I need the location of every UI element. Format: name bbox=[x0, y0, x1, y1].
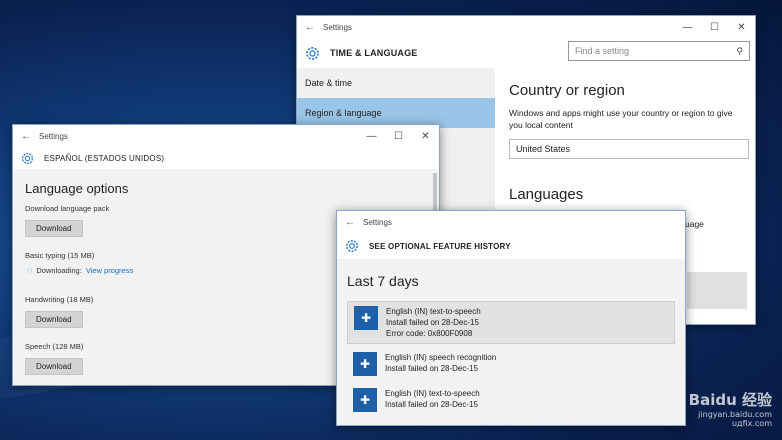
main-content: Country or region Windows and apps might… bbox=[509, 82, 749, 203]
gear-icon bbox=[345, 239, 359, 253]
puzzle-piece-icon: ✚ bbox=[354, 306, 378, 330]
feature-name: English (IN) speech recognition bbox=[385, 353, 497, 362]
close-button[interactable]: ✕ bbox=[412, 131, 439, 142]
section-title: Language options bbox=[25, 181, 129, 196]
watermark: Baidu 经验 jingyan.baidu.com uдfix.com bbox=[689, 389, 772, 428]
search-placeholder: Find a setting bbox=[575, 46, 630, 56]
titlebar: ← Settings — ☐ ✕ bbox=[13, 125, 439, 147]
minimize-button[interactable]: — bbox=[674, 22, 701, 33]
close-button[interactable]: ✕ bbox=[728, 22, 755, 33]
search-input[interactable]: Find a setting ⚲ bbox=[568, 41, 750, 61]
languages-title: Languages bbox=[509, 186, 584, 203]
watermark-brand: Baidu 经验 bbox=[688, 391, 772, 409]
view-progress-link[interactable]: View progress bbox=[86, 266, 133, 275]
page-header: SEE OPTIONAL FEATURE HISTORY bbox=[337, 233, 685, 259]
page-title: TIME & LANGUAGE bbox=[330, 48, 418, 58]
language-item-fragment: uage bbox=[685, 219, 704, 229]
window-title: Settings bbox=[363, 217, 392, 227]
spinner-icon: ◌ bbox=[27, 265, 33, 275]
puzzle-piece-icon: ✚ bbox=[353, 352, 377, 376]
page-title: SEE OPTIONAL FEATURE HISTORY bbox=[369, 241, 511, 251]
feature-status: Install failed on 28-Dec-15 bbox=[386, 318, 479, 327]
section-title: Country or region bbox=[509, 82, 625, 99]
gear-icon bbox=[21, 152, 34, 165]
feature-history-window: ← Settings SEE OPTIONAL FEATURE HISTORY … bbox=[336, 210, 686, 426]
watermark-url: jingyan.baidu.com bbox=[698, 410, 772, 419]
country-dropdown[interactable]: United States bbox=[509, 139, 749, 159]
downloading-label: Downloading: bbox=[36, 265, 82, 275]
feature-name: English (IN) text-to-speech bbox=[386, 307, 481, 316]
back-arrow-icon[interactable]: ← bbox=[345, 217, 363, 228]
feature-status: Install failed on 28-Dec-15 bbox=[385, 364, 478, 373]
section-title: Last 7 days bbox=[347, 273, 419, 289]
maximize-button[interactable]: ☐ bbox=[385, 131, 412, 142]
titlebar: ← Settings bbox=[337, 211, 685, 233]
download-handwriting-button[interactable]: Download bbox=[25, 311, 83, 328]
list-item[interactable]: ✚ English (IN) speech recognition Instal… bbox=[347, 348, 675, 380]
page-title: ESPAÑOL (ESTADOS UNIDOS) bbox=[44, 153, 165, 163]
search-icon: ⚲ bbox=[736, 45, 743, 56]
back-arrow-icon[interactable]: ← bbox=[21, 131, 39, 142]
sidebar-item-date-time[interactable]: Date & time bbox=[297, 68, 495, 98]
list-item[interactable]: ✚ English (IN) text-to-speech Install fa… bbox=[347, 301, 675, 344]
feature-name: English (IN) text-to-speech bbox=[385, 389, 480, 398]
minimize-button[interactable]: — bbox=[358, 131, 385, 142]
download-pack-button[interactable]: Download bbox=[25, 220, 83, 237]
section-description: Windows and apps might use your country … bbox=[509, 108, 733, 130]
main-content: Last 7 days ✚ English (IN) text-to-speec… bbox=[337, 259, 685, 425]
gear-icon bbox=[305, 46, 320, 61]
list-item[interactable]: ✚ English (IN) text-to-speech Install fa… bbox=[347, 384, 675, 416]
language-list-item[interactable] bbox=[687, 272, 747, 309]
download-speech-button[interactable]: Download bbox=[25, 358, 83, 375]
puzzle-piece-icon: ✚ bbox=[353, 388, 377, 412]
window-title: Settings bbox=[39, 131, 68, 141]
feature-error: Error code: 0x800F0908 bbox=[386, 329, 473, 338]
back-arrow-icon[interactable]: ← bbox=[305, 22, 323, 33]
maximize-button[interactable]: ☐ bbox=[701, 22, 728, 33]
titlebar: ← Settings — ☐ ✕ bbox=[297, 16, 755, 38]
window-title: Settings bbox=[323, 22, 352, 32]
page-header: ESPAÑOL (ESTADOS UNIDOS) bbox=[13, 147, 439, 169]
feature-status: Install failed on 28-Dec-15 bbox=[385, 400, 478, 409]
watermark-site: uдfix.com bbox=[731, 419, 772, 428]
